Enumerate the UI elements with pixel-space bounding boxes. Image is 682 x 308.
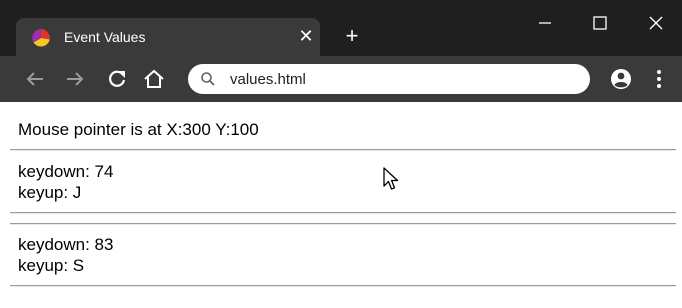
favicon-icon bbox=[32, 29, 50, 47]
maximize-icon[interactable] bbox=[580, 10, 620, 36]
reload-icon[interactable] bbox=[104, 66, 130, 92]
tab-close-icon[interactable]: ✕ bbox=[296, 24, 316, 48]
page-content: Mouse pointer is at X:300 Y:100 keydown:… bbox=[0, 102, 682, 308]
divider bbox=[10, 149, 676, 151]
url-text: values.html bbox=[230, 71, 306, 88]
keydown-value: keydown: 83 bbox=[18, 235, 114, 254]
mouse-position-text: Mouse pointer is at X:300 Y:100 bbox=[18, 120, 259, 139]
browser-tab[interactable]: Event Values ✕ bbox=[16, 18, 320, 56]
mouse-cursor-icon bbox=[383, 167, 399, 190]
browser-titlebar: Event Values ✕ + bbox=[0, 0, 682, 56]
menu-dots-icon[interactable] bbox=[650, 68, 668, 90]
divider bbox=[10, 285, 676, 287]
divider bbox=[10, 223, 676, 225]
home-icon[interactable] bbox=[141, 66, 167, 92]
new-tab-button[interactable]: + bbox=[340, 24, 364, 48]
window-close-icon[interactable] bbox=[636, 10, 676, 36]
browser-toolbar: values.html bbox=[0, 56, 682, 102]
plus-icon: + bbox=[345, 23, 359, 48]
search-icon bbox=[201, 72, 215, 86]
account-icon[interactable] bbox=[610, 68, 632, 90]
forward-arrow-icon[interactable] bbox=[62, 66, 88, 92]
keyup-value: keyup: J bbox=[18, 183, 82, 202]
back-arrow-icon[interactable] bbox=[22, 66, 48, 92]
keyup-value: keyup: S bbox=[18, 256, 85, 275]
divider bbox=[10, 212, 676, 214]
keydown-value: keydown: 74 bbox=[18, 162, 114, 181]
tab-title: Event Values bbox=[64, 29, 146, 45]
address-bar[interactable]: values.html bbox=[188, 64, 590, 94]
minimize-icon[interactable] bbox=[525, 10, 565, 36]
